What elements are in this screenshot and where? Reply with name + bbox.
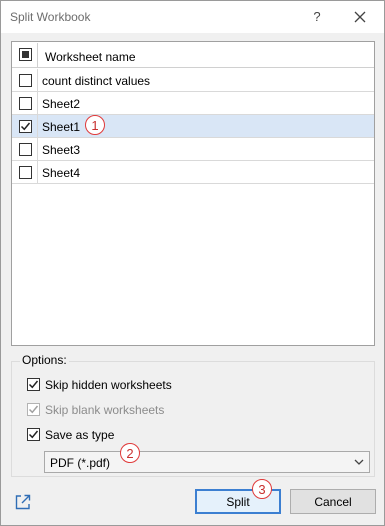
row-checkbox[interactable] — [19, 120, 32, 133]
list-item[interactable]: count distinct values — [12, 69, 374, 92]
worksheet-list[interactable]: Worksheet name count distinct values She… — [11, 41, 375, 346]
worksheet-name: Sheet4 — [42, 166, 81, 180]
file-type-dropdown[interactable]: PDF (*.pdf) — [44, 451, 370, 473]
title-bar: Split Workbook ? — [1, 1, 384, 33]
worksheet-name: count distinct values — [42, 74, 151, 88]
row-checkbox[interactable] — [19, 74, 32, 87]
chevron-down-icon — [354, 459, 364, 465]
checkmark-icon — [28, 405, 39, 414]
header-check-cell — [12, 43, 38, 67]
cancel-button[interactable]: Cancel — [290, 489, 376, 514]
row-check-cell — [12, 138, 38, 160]
list-item[interactable]: Sheet1 1 — [12, 115, 374, 138]
skip-hidden-label: Skip hidden worksheets — [45, 378, 172, 392]
list-item[interactable]: Sheet4 — [12, 161, 374, 184]
select-all-checkbox[interactable] — [19, 48, 32, 61]
skip-blank-checkbox[interactable] — [27, 403, 40, 416]
row-checkbox[interactable] — [19, 97, 32, 110]
row-checkbox[interactable] — [19, 166, 32, 179]
worksheet-name: Sheet2 — [42, 97, 81, 111]
worksheet-name: Sheet1 — [42, 120, 81, 134]
save-as-type-label: Save as type — [45, 428, 115, 442]
skip-blank-label: Skip blank worksheets — [45, 403, 165, 417]
row-check-cell — [12, 115, 38, 137]
checkmark-icon — [20, 122, 31, 131]
row-check-cell — [12, 69, 38, 91]
step-badge-3: 3 — [252, 479, 272, 499]
step-badge-1: 1 — [85, 115, 105, 135]
dialog-title: Split Workbook — [10, 10, 91, 24]
list-item[interactable]: Sheet3 — [12, 138, 374, 161]
checkmark-icon — [28, 380, 39, 389]
open-external-icon[interactable] — [14, 493, 32, 511]
close-icon — [354, 11, 366, 23]
skip-hidden-checkbox[interactable] — [27, 378, 40, 391]
close-button[interactable] — [348, 5, 372, 29]
row-checkbox[interactable] — [19, 143, 32, 156]
column-header-worksheet-name: Worksheet name — [45, 50, 136, 64]
list-header: Worksheet name — [12, 43, 374, 68]
row-check-cell — [12, 92, 38, 114]
row-check-cell — [12, 161, 38, 183]
checkmark-icon — [28, 430, 39, 439]
help-button[interactable]: ? — [306, 5, 328, 27]
options-label: Options: — [20, 353, 69, 367]
list-item[interactable]: Sheet2 — [12, 92, 374, 115]
step-badge-2: 2 — [120, 443, 140, 463]
worksheet-name: Sheet3 — [42, 143, 81, 157]
save-as-type-checkbox[interactable] — [27, 428, 40, 441]
split-workbook-dialog: Split Workbook ? Worksheet name count di… — [0, 0, 385, 526]
file-type-value: PDF (*.pdf) — [50, 456, 111, 470]
